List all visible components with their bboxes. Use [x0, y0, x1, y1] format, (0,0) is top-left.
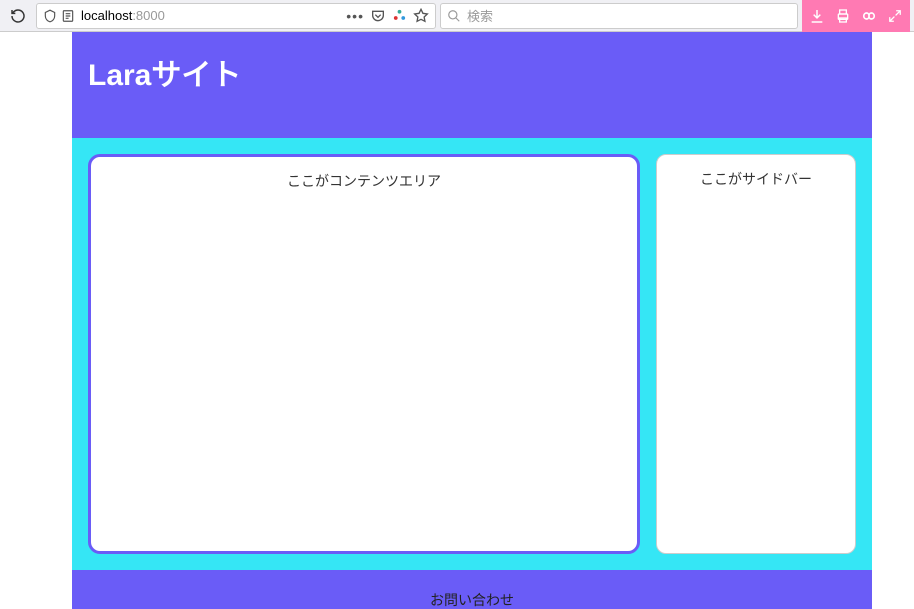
- footer-link[interactable]: お問い合わせ: [430, 592, 514, 608]
- search-icon: [447, 9, 461, 23]
- expand-icon[interactable]: [886, 7, 904, 25]
- url-bar[interactable]: localhost:8000 •••: [36, 3, 436, 29]
- viewport: Laraサイト ここがコンテンツエリア ここがサイドバー お問い合わせ: [0, 32, 914, 609]
- pocket-icon[interactable]: [370, 8, 386, 24]
- url-host: localhost: [81, 8, 132, 23]
- extension-icon[interactable]: [392, 8, 407, 23]
- browser-toolbar: localhost:8000 ••• 検索: [0, 0, 914, 32]
- page: Laraサイト ここがコンテンツエリア ここがサイドバー お問い合わせ: [72, 32, 872, 609]
- url-text: localhost:8000: [81, 8, 340, 23]
- page-icon: [61, 9, 75, 23]
- main-text: ここがコンテンツエリア: [287, 173, 441, 189]
- site-title: Laraサイト: [88, 50, 856, 94]
- content-area: ここがコンテンツエリア ここがサイドバー: [72, 138, 872, 570]
- infinity-icon[interactable]: [860, 7, 878, 25]
- site-header: Laraサイト: [72, 32, 872, 138]
- site-footer: お問い合わせ: [72, 570, 872, 609]
- main-panel: ここがコンテンツエリア: [88, 154, 640, 554]
- reload-icon: [10, 8, 26, 24]
- print-icon[interactable]: [834, 7, 852, 25]
- ellipsis-icon[interactable]: •••: [346, 8, 364, 24]
- sidebar-panel: ここがサイドバー: [656, 154, 856, 554]
- shield-icon: [43, 9, 57, 23]
- search-placeholder: 検索: [467, 6, 493, 25]
- right-toolbar: [802, 0, 910, 32]
- url-port: :8000: [132, 8, 165, 23]
- reload-button[interactable]: [4, 2, 32, 30]
- star-icon[interactable]: [413, 8, 429, 24]
- sidebar-text: ここがサイドバー: [700, 171, 812, 187]
- search-bar[interactable]: 検索: [440, 3, 798, 29]
- download-icon[interactable]: [808, 7, 826, 25]
